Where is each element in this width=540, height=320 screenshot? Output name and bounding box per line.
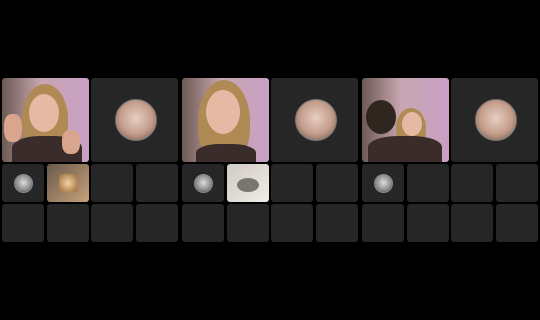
empty-slot xyxy=(2,204,44,242)
video-tile-main[interactable] xyxy=(362,78,449,162)
empty-slot xyxy=(136,164,178,202)
empty-slot xyxy=(91,164,133,202)
video-tile-main[interactable] xyxy=(2,78,89,162)
participant-avatar xyxy=(14,174,33,193)
guest-avatar xyxy=(475,99,517,141)
empty-slot xyxy=(182,204,224,242)
video-tile-guest[interactable] xyxy=(271,78,358,162)
guest-avatar xyxy=(115,99,157,141)
empty-slot xyxy=(271,204,313,242)
video-tile-main[interactable] xyxy=(182,78,269,162)
participant-tile[interactable] xyxy=(182,164,224,202)
empty-slot xyxy=(47,204,89,242)
guest-avatar xyxy=(295,99,337,141)
participant-avatar xyxy=(194,174,213,193)
video-tile-guest[interactable] xyxy=(451,78,538,162)
participant-tile[interactable] xyxy=(47,164,89,202)
empty-slot xyxy=(451,164,493,202)
empty-slot xyxy=(362,204,404,242)
participant-tile[interactable] xyxy=(227,164,269,202)
empty-slot xyxy=(136,204,178,242)
empty-slot xyxy=(271,164,313,202)
empty-slot xyxy=(451,204,493,242)
empty-slot xyxy=(227,204,269,242)
empty-slot xyxy=(316,204,358,242)
participant-tile[interactable] xyxy=(2,164,44,202)
empty-slot xyxy=(91,204,133,242)
empty-slot xyxy=(407,204,449,242)
call-grid-3 xyxy=(362,78,540,242)
empty-slot xyxy=(316,164,358,202)
call-grid-2 xyxy=(182,78,360,242)
participant-tile[interactable] xyxy=(362,164,404,202)
video-tile-guest[interactable] xyxy=(91,78,178,162)
empty-slot xyxy=(496,204,538,242)
empty-slot xyxy=(407,164,449,202)
participant-avatar xyxy=(59,174,77,192)
call-grid-1 xyxy=(2,78,180,242)
participant-avatar xyxy=(237,178,259,192)
empty-slot xyxy=(496,164,538,202)
participant-avatar xyxy=(374,174,393,193)
